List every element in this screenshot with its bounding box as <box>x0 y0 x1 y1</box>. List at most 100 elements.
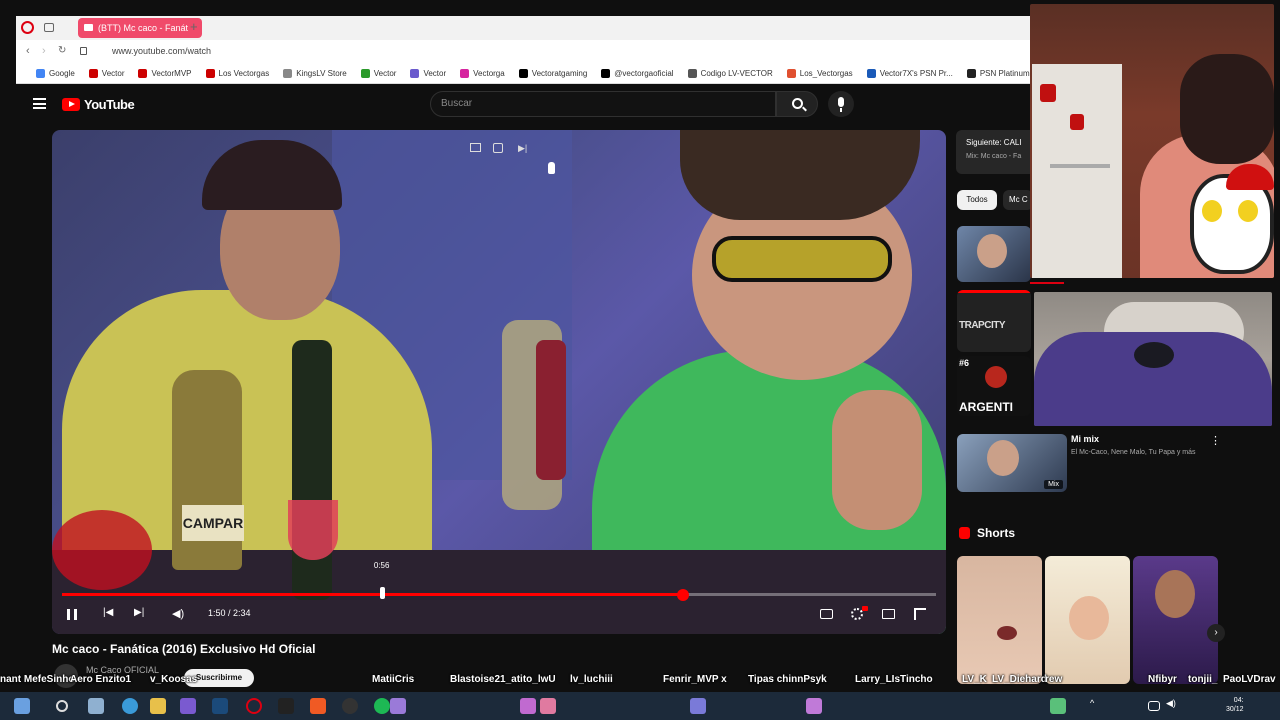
mouse-cursor-icon <box>379 587 385 599</box>
search-input[interactable]: Buscar <box>430 91 776 117</box>
bookmark-label: KingsLV Store <box>296 69 347 78</box>
microphone-icon[interactable] <box>828 91 854 117</box>
search-taskbar-icon[interactable] <box>56 700 68 712</box>
bookmark-favicon-icon <box>283 69 293 78</box>
obs-icon[interactable] <box>342 698 358 714</box>
bookmark-item[interactable]: @vectorgaoficial <box>601 69 674 78</box>
steam-icon[interactable] <box>212 698 228 714</box>
start-icon[interactable] <box>14 698 30 714</box>
bookmark-item[interactable]: Codigo LV-VECTOR <box>687 69 773 78</box>
app-icon[interactable] <box>806 698 822 714</box>
bookmark-label: VectorMVP <box>151 69 192 78</box>
next-autoplay-card[interactable]: Siguiente: CALI Mix: Mc caco - Fa <box>956 130 1036 174</box>
pet-webcam <box>1034 292 1272 426</box>
bookmark-item[interactable]: VectorMVP <box>138 69 192 78</box>
opera-logo-icon[interactable] <box>21 21 34 34</box>
volume-tray-icon[interactable]: ◀) <box>1166 698 1176 709</box>
chip-mc[interactable]: Mc C <box>1003 190 1033 210</box>
short-thumbnail[interactable] <box>957 556 1042 684</box>
time-display: 1:50 / 2:34 <box>208 608 251 618</box>
menu-icon[interactable] <box>33 98 46 109</box>
previous-icon[interactable]: |◀ <box>103 607 113 618</box>
sunglasses <box>712 236 892 282</box>
rank-text: ARGENTI <box>959 400 1013 414</box>
chat-username: rew <box>1045 674 1063 685</box>
chip-all[interactable]: Todos <box>957 190 997 210</box>
subtitles-icon[interactable] <box>820 609 833 619</box>
short-thumbnail[interactable] <box>1133 556 1218 684</box>
search-button[interactable] <box>776 91 818 117</box>
bookmark-item[interactable]: Vector <box>88 69 124 78</box>
mix-thumbnail[interactable]: Mix <box>957 434 1067 492</box>
progress-scrubber[interactable] <box>676 589 689 601</box>
chat-ticker: nant MefeSinho Aero Enzito1 v_Koosas MatiiC… <box>0 672 1280 690</box>
cursor-icon <box>548 162 555 174</box>
opera-icon[interactable] <box>246 698 262 714</box>
pause-icon[interactable] <box>67 609 77 620</box>
new-tab-button[interactable]: + <box>190 19 198 34</box>
bookmark-favicon-icon <box>88 69 98 78</box>
next-icon[interactable]: ▶| <box>134 607 144 618</box>
edge-icon[interactable] <box>122 698 138 714</box>
bookmark-item[interactable]: KingsLV Store <box>283 69 347 78</box>
tab-list-icon[interactable] <box>44 23 54 32</box>
bookmark-item[interactable]: Vector7X's PSN Pr... <box>866 69 953 78</box>
youtube-logo[interactable]: YouTube <box>62 97 135 112</box>
taskbar: ^ ◀) <box>0 692 1280 720</box>
chat-username: LV_K <box>962 674 987 685</box>
tray-chevron-icon[interactable]: ^ <box>1090 698 1094 708</box>
brave-icon[interactable] <box>310 698 326 714</box>
forward-icon[interactable]: › <box>42 45 46 57</box>
app-icon[interactable] <box>540 698 556 714</box>
chat-username: v_Koosas <box>150 674 198 685</box>
fullscreen-icon[interactable] <box>914 608 926 620</box>
back-icon[interactable]: ‹ <box>26 45 30 57</box>
app-icon[interactable] <box>1050 698 1066 714</box>
mix-badge: Mix <box>1044 480 1063 489</box>
logo-text: YouTube <box>84 97 135 112</box>
bookmark-item[interactable]: Vectoratgaming <box>518 69 588 78</box>
task-view-icon[interactable] <box>88 698 104 714</box>
tab-active[interactable]: (BTT) Mc caco - Fanát <box>78 18 202 38</box>
app-icon[interactable] <box>520 698 536 714</box>
recommended-thumbnail[interactable] <box>957 226 1031 282</box>
spotify-icon[interactable] <box>374 698 390 714</box>
chat-username: nant MefeSinho <box>0 674 75 685</box>
app-icon[interactable] <box>278 698 294 714</box>
bookmarks-bar: Google Vector VectorMVP Los Vectorgas KingsL… <box>16 64 1030 84</box>
clock[interactable]: 04: 30/12 <box>1226 696 1244 714</box>
bookmark-label: Vectorga <box>473 69 505 78</box>
recommended-thumbnail[interactable]: TRAPCITY <box>957 290 1031 352</box>
theater-mode-icon[interactable] <box>882 609 895 619</box>
network-icon[interactable] <box>1148 701 1160 711</box>
app-icon[interactable] <box>690 698 706 714</box>
app-icon[interactable] <box>390 698 406 714</box>
bookmark-favicon-icon <box>786 69 796 78</box>
bookmark-item[interactable]: PSN Platinum Mo <box>966 69 1030 78</box>
more-options-icon[interactable]: ⋮ <box>1210 434 1221 447</box>
bookmark-item[interactable]: Los_Vectorgas <box>786 69 853 78</box>
short-thumbnail[interactable] <box>1045 556 1130 684</box>
bookmark-item[interactable]: Vectorga <box>460 69 505 78</box>
recommended-thumbnail[interactable]: #6 ARGENTI <box>957 356 1031 416</box>
volume-icon[interactable]: ◀) <box>172 607 184 620</box>
next-top-icon[interactable]: ▶| <box>518 143 527 154</box>
bookmark-item[interactable]: Vector <box>410 69 446 78</box>
app-icon[interactable] <box>180 698 196 714</box>
bookmark-label: Vectoratgaming <box>531 69 588 78</box>
shorts-next-icon[interactable]: › <box>1207 624 1225 642</box>
bookmark-item[interactable]: Google <box>36 69 75 78</box>
share-icon[interactable] <box>493 143 503 153</box>
shorts-icon <box>959 527 970 539</box>
video-player[interactable]: CAMPAR ▶| <box>52 130 946 634</box>
bookmark-label: Codigo LV-VECTOR <box>700 69 773 78</box>
miniplayer-icon[interactable] <box>470 143 481 152</box>
bookmark-item[interactable]: Vector <box>360 69 396 78</box>
bookmark-item[interactable]: Los Vectorgas <box>205 69 269 78</box>
bookmark-label: Google <box>49 69 75 78</box>
url-field[interactable]: www.youtube.com/watch <box>112 46 211 56</box>
file-explorer-icon[interactable] <box>150 698 166 714</box>
mix-title[interactable]: Mi mix <box>1071 434 1099 444</box>
bookmark-label: Vector <box>423 69 447 78</box>
reload-icon[interactable]: ↻ <box>58 45 66 56</box>
